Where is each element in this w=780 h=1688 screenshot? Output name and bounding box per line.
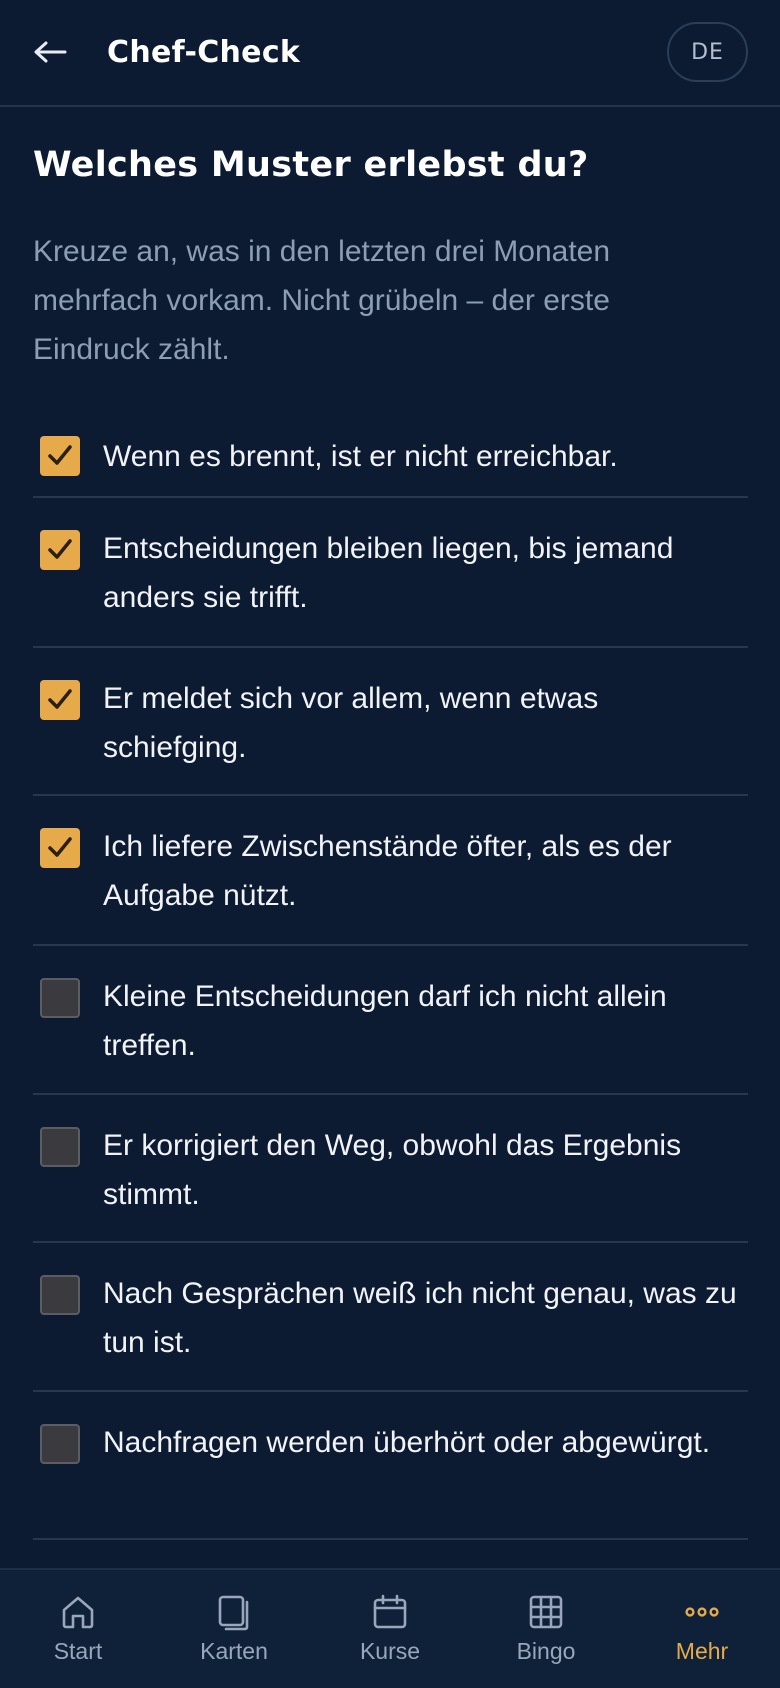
nav-item-label: Mehr [675,1638,729,1664]
checklist-item[interactable]: Ich liefere Zwischenstände öfter, als es… [33,796,748,946]
checklist-item[interactable]: Er meldet sich vor allem, wenn etwas sch… [33,648,748,796]
checkmark-icon [48,837,72,857]
checkmark-icon [48,445,72,465]
back-button[interactable] [30,30,70,74]
more-icon [680,1590,724,1634]
checklist-item[interactable]: Er korrigiert den Weg, obwohl das Ergebn… [33,1095,748,1243]
checklist-item[interactable]: Nach Gesprächen weiß ich nicht genau, wa… [33,1243,748,1392]
checklist-item-label: Er meldet sich vor allem, wenn etwas sch… [103,682,599,764]
home-icon [56,1590,100,1634]
checklist-item[interactable]: Entscheidungen bleiben liegen, bis jeman… [33,498,748,648]
nav-item-label: Karten [200,1638,268,1664]
checklist-item[interactable]: Wenn es brennt, ist er nicht erreichbar. [33,420,748,498]
nav-item-label: Bingo [516,1638,576,1664]
checklist-item-label: Kleine Entscheidungen darf ich nicht all… [103,980,667,1062]
checkmark-icon [48,689,72,709]
checklist-item[interactable]: Nachfragen werden überhört oder abgewürg… [33,1392,748,1540]
grid-icon [524,1590,568,1634]
checklist-item-label: Ich liefere Zwischenstände öfter, als es… [103,830,672,912]
checklist-item-label: Er korrigiert den Weg, obwohl das Ergebn… [103,1129,682,1211]
nav-item-karten[interactable]: Karten [156,1570,312,1688]
checklist-item-label: Entscheidungen bleiben liegen, bis jeman… [103,532,674,614]
checkbox-unchecked[interactable] [40,978,80,1018]
nav-item-label: Kurse [359,1638,421,1664]
checkbox-unchecked[interactable] [40,1275,80,1315]
checkbox-checked[interactable] [40,828,80,868]
checkbox-checked[interactable] [40,530,80,570]
checkbox-unchecked[interactable] [40,1424,80,1464]
intro-text: Kreuze an, was in den letzten drei Monat… [33,235,611,366]
checkbox-checked[interactable] [40,436,80,476]
checkbox-checked[interactable] [40,680,80,720]
nav-item-label: Start [53,1638,103,1664]
nav-item-start[interactable]: Start [0,1570,156,1688]
checklist: Wenn es brennt, ist er nicht erreichbar.… [33,420,748,1540]
calendar-icon [368,1590,412,1634]
bottom-navigation: Start Karten Kurse Bingo Mehr [0,1568,780,1688]
language-switch-button[interactable]: DE [667,22,748,82]
checklist-item-label: Nachfragen werden überhört oder abgewürg… [103,1426,711,1459]
section-heading: Welches Muster erlebst du? [33,145,589,185]
checklist-item-label: Nach Gesprächen weiß ich nicht genau, wa… [103,1277,737,1359]
page-title: Chef-Check [107,34,301,70]
arrow-left-icon [34,41,67,63]
checklist-item[interactable]: Kleine Entscheidungen darf ich nicht all… [33,946,748,1095]
checkbox-unchecked[interactable] [40,1127,80,1167]
checklist-item-label: Wenn es brennt, ist er nicht erreichbar. [103,440,618,473]
app: Chef-Check DE Welches Muster erlebst du?… [0,0,780,1688]
checkmark-icon [48,539,72,559]
nav-item-kurse[interactable]: Kurse [312,1570,468,1688]
nav-item-bingo[interactable]: Bingo [468,1570,624,1688]
nav-item-mehr[interactable]: Mehr [624,1570,780,1688]
top-bar: Chef-Check DE [0,0,780,107]
cards-icon [212,1590,256,1634]
